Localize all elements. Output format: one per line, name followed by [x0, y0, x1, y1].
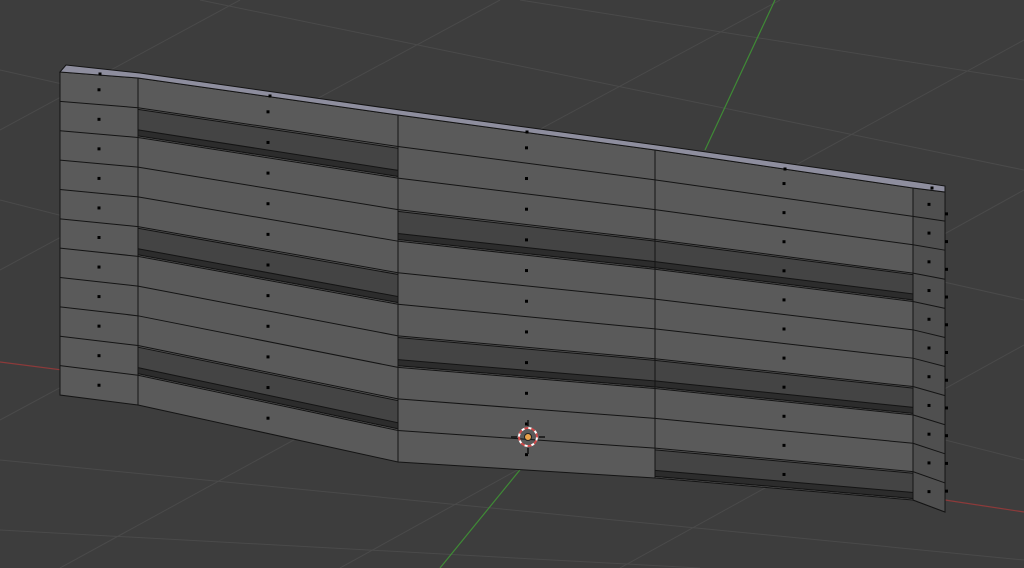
vertex-dot: [927, 346, 931, 350]
vertex-dot: [782, 182, 786, 186]
vertex-dot: [525, 269, 528, 273]
vertex-dot: [97, 324, 101, 328]
vertex-dot: [525, 238, 528, 242]
vertex-dot: [97, 176, 101, 180]
vertex-dot: [525, 146, 528, 150]
vertex-dot: [268, 94, 272, 98]
vertex-dot: [525, 361, 528, 365]
vertex-dot: [927, 202, 931, 206]
vertex-dot: [927, 403, 931, 407]
vertex-dot: [782, 385, 786, 389]
vertex-dot: [782, 211, 786, 215]
vertex-dot: [525, 130, 529, 134]
3d-viewport[interactable]: [0, 0, 1024, 568]
vertex-dot: [782, 356, 786, 360]
vertex-dot: [927, 490, 931, 494]
vertex-dot: [945, 351, 948, 354]
vertex-dot: [927, 375, 931, 379]
vertex-dot: [266, 386, 270, 390]
vertex-dot: [525, 177, 528, 181]
vertex-dot: [266, 171, 270, 175]
vertex-dot: [782, 443, 786, 447]
vertex-dot: [945, 378, 948, 382]
vertex-dot: [97, 295, 101, 299]
vertex-dot: [525, 299, 528, 303]
vertex-dot: [266, 202, 270, 206]
vertex-dot: [945, 461, 948, 465]
vertex-dot: [945, 240, 948, 244]
vertex-dot: [525, 207, 528, 211]
vertex-dot: [927, 260, 931, 264]
vertex-dot: [97, 117, 101, 121]
vertex-dot: [927, 432, 931, 436]
vertex-dot: [266, 416, 270, 420]
origin-point-icon[interactable]: [524, 433, 532, 441]
vertex-dot: [945, 489, 948, 493]
vertex-dot: [927, 317, 931, 321]
vertex-dot: [927, 231, 931, 235]
vertex-dot: [782, 240, 786, 244]
vertex-dot: [782, 414, 786, 418]
vertex-dot: [782, 269, 786, 273]
vertex-dot: [945, 295, 948, 299]
vertex-dot: [782, 327, 786, 331]
vertex-dot: [945, 406, 948, 410]
vertex-dot: [98, 72, 102, 76]
vertex-dot: [945, 434, 948, 438]
vertex-dot: [266, 232, 270, 236]
vertex-dot: [266, 263, 270, 267]
vertex-dot: [525, 391, 528, 395]
vertex-dot: [525, 330, 528, 334]
vertex-dot: [97, 88, 101, 92]
vertex-dot: [266, 355, 270, 359]
vertex-dot: [266, 110, 270, 114]
vertex-dot: [266, 140, 270, 144]
vertex-dot: [783, 167, 787, 171]
vertex-dot: [782, 298, 786, 302]
vertex-dot: [945, 267, 948, 271]
vertex-dot: [945, 212, 948, 216]
vertex-dot: [97, 354, 101, 358]
vertex-dot: [97, 383, 101, 387]
viewport-canvas[interactable]: [0, 0, 1024, 568]
vertex-dot: [930, 186, 934, 190]
vertex-dot: [97, 265, 101, 269]
vertex-dot: [97, 147, 101, 151]
vertex-dot: [266, 324, 270, 328]
vertex-dot: [97, 236, 101, 239]
vertex-dot: [266, 294, 270, 298]
vertex-dot: [927, 289, 931, 293]
vertex-dot: [782, 472, 786, 476]
vertex-dot: [97, 206, 101, 210]
vertex-dot: [927, 461, 931, 465]
vertex-dot: [945, 323, 948, 327]
